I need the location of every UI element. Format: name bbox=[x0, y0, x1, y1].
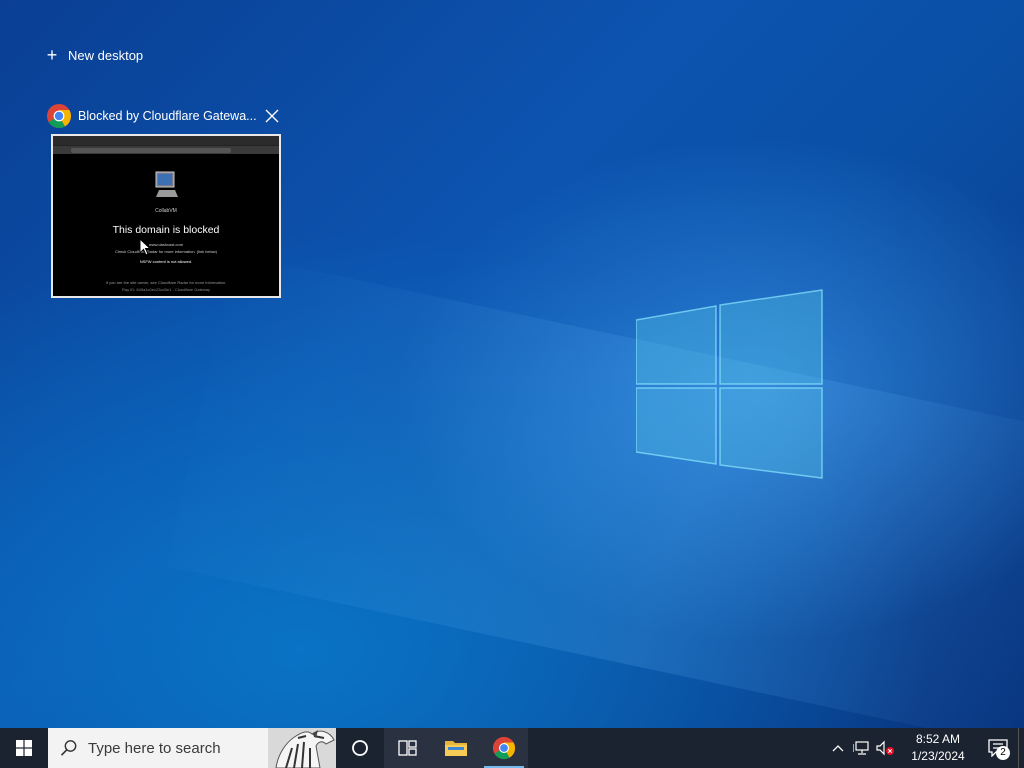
chevron-up-icon bbox=[832, 745, 844, 752]
cortana-button[interactable] bbox=[336, 728, 384, 768]
new-desktop-button[interactable]: + New desktop bbox=[44, 44, 143, 66]
close-icon bbox=[265, 109, 279, 123]
thumbnail-ray-id: Ray ID: 849a1c0ec23cd3e1 - Cloudflare Ga… bbox=[121, 287, 211, 292]
search-icon bbox=[60, 740, 77, 756]
window-thumbnail[interactable]: CollabVM This domain is blocked www.dash… bbox=[51, 134, 281, 298]
chrome-taskbar-button[interactable] bbox=[480, 728, 528, 768]
notification-count-badge: 2 bbox=[996, 746, 1010, 760]
circle-icon bbox=[352, 740, 368, 756]
thumbnail-heading: This domain is blocked bbox=[112, 224, 220, 236]
file-explorer-button[interactable] bbox=[432, 728, 480, 768]
windows-wallpaper-logo bbox=[636, 289, 823, 479]
mouse-cursor-icon bbox=[139, 238, 151, 256]
window-title: Blocked by Cloudflare Gatewa... bbox=[78, 109, 257, 123]
window-card-header: Blocked by Cloudflare Gatewa... bbox=[44, 102, 284, 130]
wallpaper-light-beam bbox=[166, 253, 1024, 728]
computer-icon bbox=[155, 171, 178, 197]
network-icon bbox=[853, 741, 869, 755]
network-button[interactable] bbox=[850, 728, 874, 768]
chrome-icon bbox=[492, 736, 516, 760]
close-window-button[interactable] bbox=[262, 106, 282, 126]
system-tray: 8:52 AM 1/23/2024 2 bbox=[826, 728, 1024, 768]
task-view-button[interactable] bbox=[384, 728, 432, 768]
thumbnail-address-bar bbox=[53, 145, 279, 154]
show-desktop-button[interactable] bbox=[1018, 728, 1024, 768]
clock-date: 1/23/2024 bbox=[911, 749, 965, 763]
taskbar-search-box[interactable]: Type here to search bbox=[48, 728, 336, 768]
new-desktop-label: New desktop bbox=[68, 47, 144, 63]
thumbnail-tab-bar bbox=[53, 136, 279, 145]
chrome-icon bbox=[47, 104, 72, 129]
thumbnail-info: Check Cloudflare Radar for more informat… bbox=[114, 249, 218, 254]
taskbar: Type here to search 8:52 AM 1/23/2024 2 bbox=[0, 728, 1024, 768]
folder-icon bbox=[445, 741, 467, 756]
thumbnail-reason: NSFW content is not allowed. bbox=[139, 259, 193, 264]
task-view-window-card[interactable]: Blocked by Cloudflare Gatewa... CollabVM… bbox=[44, 102, 284, 298]
volume-button[interactable] bbox=[874, 728, 898, 768]
plus-icon: + bbox=[46, 45, 58, 65]
volume-muted-icon bbox=[876, 740, 894, 756]
show-hidden-icons-button[interactable] bbox=[826, 728, 850, 768]
action-center-button[interactable]: 2 bbox=[978, 728, 1018, 768]
thumbnail-footer: If you are the site owner, see Cloudflar… bbox=[105, 280, 227, 285]
thumbnail-domain: www.dashcast.com bbox=[148, 242, 184, 247]
task-view-icon bbox=[398, 740, 417, 756]
taskbar-clock[interactable]: 8:52 AM 1/23/2024 bbox=[898, 731, 978, 765]
search-highlight-zebra-image bbox=[268, 728, 336, 768]
start-button[interactable] bbox=[0, 728, 48, 768]
clock-time: 8:52 AM bbox=[915, 732, 961, 746]
search-placeholder: Type here to search bbox=[88, 739, 221, 757]
thumbnail-vm-label: CollabVM bbox=[155, 208, 177, 214]
windows-start-icon bbox=[16, 740, 32, 756]
